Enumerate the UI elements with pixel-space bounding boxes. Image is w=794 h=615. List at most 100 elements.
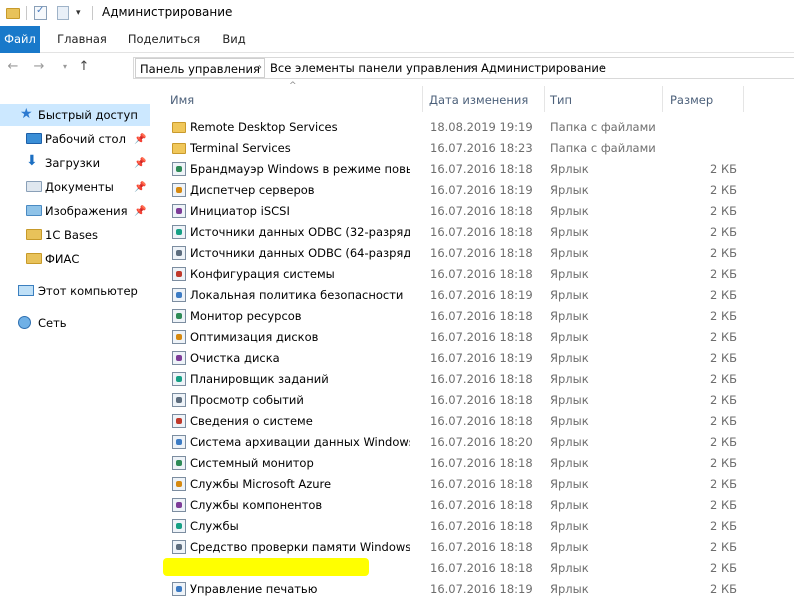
file-row[interactable]: Системный монитор 16.07.2016 18:18 Ярлык 2 … — [160, 453, 794, 474]
file-name: Локальная политика безопасности — [190, 288, 404, 302]
shortcut-icon — [172, 183, 186, 197]
network-icon — [18, 316, 31, 329]
file-name: Сведения о системе — [190, 414, 313, 428]
window-title: Администрирование — [102, 5, 233, 19]
pin-icon[interactable]: 📌 — [134, 158, 146, 169]
shortcut-icon — [172, 540, 186, 554]
file-type: Ярлык — [550, 561, 589, 575]
file-name: Службы Microsoft Azure — [190, 477, 332, 491]
back-arrow-icon[interactable]: ← — [4, 58, 22, 76]
new-folder-icon[interactable] — [57, 5, 69, 21]
file-size: 2 КБ — [709, 414, 737, 428]
column-header-label: Тип — [550, 93, 573, 107]
folder-icon — [6, 5, 20, 21]
shortcut-icon — [172, 582, 186, 596]
status-bar — [0, 606, 794, 615]
address-bar[interactable]: Панель управления › Все элементы панели … — [133, 57, 794, 79]
file-row[interactable]: Службы Microsoft Azure 16.07.2016 18:18 Яр… — [160, 474, 794, 495]
chevron-right-icon[interactable]: › — [258, 58, 262, 78]
file-row[interactable]: Конфигурация системы 16.07.2016 18:18 Ярлы… — [160, 264, 794, 285]
file-row[interactable]: Источники данных ODBC (64-разрядна... 16.… — [160, 243, 794, 264]
pin-icon[interactable]: 📌 — [134, 206, 146, 217]
file-row[interactable]: Система архивации данных Windows S... 16.… — [160, 432, 794, 453]
highlight-marker — [163, 558, 369, 576]
sidebar-item-fias[interactable]: ФИАС — [0, 248, 150, 270]
file-type: Ярлык — [550, 351, 589, 365]
sidebar-item-pictures[interactable]: Изображения 📌 — [0, 200, 150, 222]
breadcrumb-control-panel[interactable]: Панель управления — [135, 58, 265, 78]
column-header-name[interactable]: Имя — [170, 88, 420, 112]
tab-file[interactable]: Файл — [0, 26, 40, 53]
file-size: 2 КБ — [709, 561, 737, 575]
file-name: Очистка диска — [190, 351, 280, 365]
file-row[interactable]: Remote Desktop Services 18.08.2019 19:19 П… — [160, 117, 794, 138]
file-size: 2 КБ — [709, 351, 737, 365]
forward-arrow-icon[interactable]: → — [30, 58, 48, 76]
divider — [92, 6, 93, 20]
pin-icon[interactable]: 📌 — [134, 134, 146, 145]
file-row[interactable]: Источники данных ODBC (32-разрядна... 16.… — [160, 222, 794, 243]
breadcrumb-administration[interactable]: Администрирование — [481, 58, 606, 78]
column-divider[interactable] — [743, 86, 744, 112]
tab-share[interactable]: Поделиться — [124, 26, 204, 53]
chevron-right-icon[interactable]: › — [469, 58, 473, 78]
file-row[interactable]: Брандмауэр Windows в режиме повы... 16.07… — [160, 159, 794, 180]
file-row[interactable]: Инициатор iSCSI 16.07.2016 18:18 Ярлык 2 КБ — [160, 201, 794, 222]
divider — [26, 6, 27, 20]
folder-icon — [172, 122, 186, 133]
file-date: 16.07.2016 18:20 — [430, 435, 533, 449]
sidebar-item-documents[interactable]: Документы 📌 — [0, 176, 150, 198]
file-size: 2 КБ — [709, 204, 737, 218]
file-row[interactable]: Службы 16.07.2016 18:18 Ярлык 2 КБ — [160, 516, 794, 537]
sidebar-item-label: Сеть — [38, 316, 67, 330]
file-date: 16.07.2016 18:18 — [430, 204, 533, 218]
shortcut-icon — [172, 309, 186, 323]
file-date: 16.07.2016 18:18 — [430, 414, 533, 428]
column-divider[interactable] — [662, 86, 663, 112]
file-date: 16.07.2016 18:18 — [430, 519, 533, 533]
file-row[interactable]: Локальная политика безопасности 16.07.201… — [160, 285, 794, 306]
sidebar-item-network[interactable]: Сеть — [0, 312, 150, 334]
file-name: Terminal Services — [190, 141, 291, 155]
file-row[interactable]: Очистка диска 16.07.2016 18:19 Ярлык 2 КБ — [160, 348, 794, 369]
file-row[interactable]: Просмотр событий 16.07.2016 18:18 Ярлык 2 К… — [160, 390, 794, 411]
column-header-size[interactable]: Размер — [670, 88, 740, 112]
properties-icon[interactable] — [34, 5, 47, 21]
file-row[interactable]: Оптимизация дисков 16.07.2016 18:18 Ярлык 2… — [160, 327, 794, 348]
sidebar-item-quick-access[interactable]: ★ Быстрый доступ — [0, 104, 150, 126]
file-size: 2 КБ — [709, 498, 737, 512]
sidebar-item-label: Этот компьютер — [38, 284, 138, 298]
file-row[interactable]: Диспетчер серверов 16.07.2016 18:19 Ярлык 2… — [160, 180, 794, 201]
column-divider[interactable] — [422, 86, 423, 112]
column-divider[interactable] — [544, 86, 545, 112]
folder-icon — [26, 229, 42, 240]
file-date: 16.07.2016 18:18 — [430, 162, 533, 176]
up-arrow-icon[interactable]: ↑ — [75, 58, 93, 76]
file-row[interactable]: Terminal Services 16.07.2016 18:23 Папка с… — [160, 138, 794, 159]
sidebar-item-downloads[interactable]: ⬇ Загрузки 📌 — [0, 152, 150, 174]
file-name: Системный монитор — [190, 456, 314, 470]
file-row[interactable]: Средство проверки памяти Windows 16.07.20… — [160, 537, 794, 558]
chevron-right-icon[interactable]: › — [600, 58, 604, 78]
pin-icon[interactable]: 📌 — [134, 182, 146, 193]
sidebar-item-this-pc[interactable]: Этот компьютер — [0, 280, 150, 302]
tab-home[interactable]: Главная — [54, 26, 110, 53]
file-type: Ярлык — [550, 246, 589, 260]
tab-view[interactable]: Вид — [218, 26, 250, 53]
file-size: 2 КБ — [709, 519, 737, 533]
customize-toolbar-icon[interactable]: ▾ — [76, 5, 81, 21]
column-header-type[interactable]: Тип — [550, 88, 660, 112]
file-type: Папка с файлами — [550, 120, 656, 134]
file-row[interactable]: Сведения о системе 16.07.2016 18:18 Ярлык 2… — [160, 411, 794, 432]
sidebar-item-1c-bases[interactable]: 1C Bases — [0, 224, 150, 246]
column-header-date[interactable]: Дата изменения — [429, 88, 539, 112]
file-size: 2 КБ — [709, 267, 737, 281]
recent-locations-chevron-icon[interactable]: ▾ — [56, 58, 74, 76]
file-row[interactable]: Планировщик заданий 16.07.2016 18:18 Ярлык… — [160, 369, 794, 390]
file-type: Ярлык — [550, 183, 589, 197]
file-row[interactable]: Управление печатью 16.07.2016 18:19 Ярлык 2… — [160, 579, 794, 600]
sidebar-item-desktop[interactable]: Рабочий стол 📌 — [0, 128, 150, 150]
file-row[interactable]: Монитор ресурсов 16.07.2016 18:18 Ярлык 2 К… — [160, 306, 794, 327]
breadcrumb-all-items[interactable]: Все элементы панели управления — [270, 58, 478, 78]
file-row[interactable]: Службы компонентов 16.07.2016 18:18 Ярлык 2… — [160, 495, 794, 516]
